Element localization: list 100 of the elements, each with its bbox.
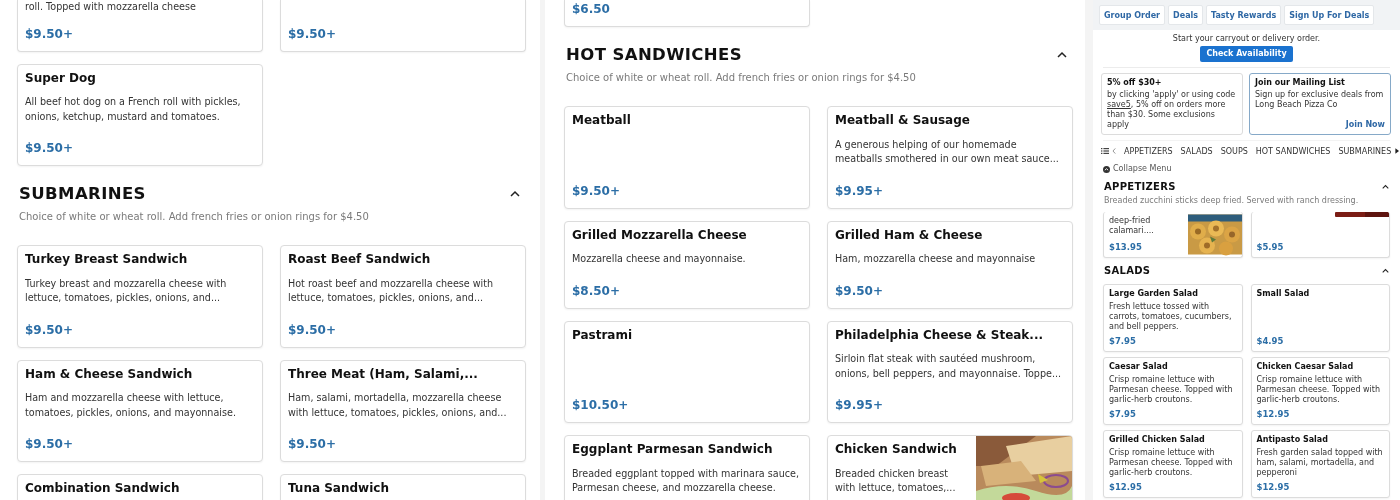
menu-item-card[interactable]: Combination Sandwich (17, 474, 263, 500)
nav-button[interactable]: Sign Up For Deals (1284, 5, 1375, 25)
promo-card[interactable]: 5% off $30+ by clicking 'apply' or using code save5, 5% off on orders more than $30. Some exclusions apply (1101, 73, 1243, 135)
item-price: $9.50+ (288, 321, 337, 339)
menu-item-card[interactable]: Chicken Caesar Salad Crisp romaine lettuce with Parmesan cheese. Topped with garlic-herb croutons. $12.95 (1250, 357, 1390, 425)
item-name: Grilled Mozzarella Cheese (572, 226, 748, 244)
category-tab[interactable]: SALADS (1180, 146, 1213, 156)
item-name: Combination Sandwich (25, 480, 181, 497)
menu-item-card[interactable]: Eggplant Parmesan Sandwich Breaded eggplant topped with marinara sauce, Parmesan cheese, and mozzarella cheese. (564, 435, 810, 500)
item-price: $12.95 (1109, 481, 1143, 493)
menu-item-card[interactable]: Large Garden Salad Fresh lettuce tossed with carrots, tomatoes, cucumbers, and bell peppers. $7.95 (1103, 284, 1243, 352)
menu-item-card[interactable]: Antipasto Salad Fresh garden salad topped with ham, salami, mortadella, and pepperoni $12.95 (1250, 430, 1390, 498)
nav-button[interactable]: Group Order (1099, 5, 1166, 25)
section-heading: HOT SANDWICHES (566, 44, 742, 66)
menu-item-card[interactable]: Pastrami $10.50+ (564, 320, 810, 423)
collapse-menu-link[interactable]: Collapse Menu (1113, 164, 1172, 174)
item-price: $9.50+ (572, 182, 621, 200)
item-description: Ham and mozzarella cheese with lettuce, tomatoes, pickles, onions, and mayonnaise. (25, 391, 237, 420)
nav-button[interactable]: Deals (1168, 5, 1204, 25)
category-tab[interactable]: SUBMARINES (1338, 146, 1392, 156)
item-price: $7.95 (1109, 335, 1137, 347)
item-price: $9.50+ (835, 282, 884, 300)
item-name: Caesar Salad (1109, 362, 1169, 372)
item-name: Tuna Sandwich (288, 480, 390, 497)
item-name: Meatball (572, 112, 632, 129)
item-name: Roast Beef Sandwich (288, 251, 432, 268)
section-description: Breaded zucchini sticks deep fried. Served with ranch dressing. (1104, 196, 1360, 206)
promo-title: 5% off $30+ (1107, 78, 1163, 88)
menu-item-card[interactable]: Grilled Mozzarella Cheese Mozzarella cheese and mayonnaise. $8.50+ (564, 220, 810, 309)
collapse-icon[interactable] (1103, 165, 1110, 173)
menu-item-card[interactable]: Tuna Sandwich (280, 474, 526, 500)
item-price: $9.50+ (25, 321, 74, 339)
menu-item-card[interactable]: $9.50+ (280, 0, 526, 52)
item-description: Ham, mozzarella cheese and mayonnaise (835, 252, 1037, 266)
item-price: $9.50+ (25, 436, 74, 453)
menu-item-card[interactable]: Super Dog All beef hot dog on a French roll with pickles, onions, ketchup, mustard and tomatoes. $9.50+ (17, 63, 263, 166)
section-heading: SALADS (1104, 264, 1151, 278)
chevron-up-icon[interactable] (510, 190, 520, 198)
item-name: Antipasto Salad (1256, 435, 1329, 445)
item-price: $12.95 (1256, 481, 1291, 493)
item-description: A generous helping of our homemade meatballs smothered in our own meat sauce... (835, 137, 1060, 166)
check-availability-button[interactable]: Check Availability (1200, 46, 1293, 62)
item-name: Super Dog (25, 69, 97, 87)
menu-item-card[interactable]: Caesar Salad Crisp romaine lettuce with Parmesan cheese. Topped with garlic-herb croutons. $7.95 (1103, 357, 1243, 425)
menu-item-card[interactable]: Meatball & Sausage A generous helping of our homemade meatballs smothered in our own meat sauce... $9.95+ (827, 106, 1073, 209)
promo-title: Join our Mailing List (1255, 78, 1346, 88)
category-tab[interactable]: HOT SANDWICHES (1255, 146, 1331, 156)
item-price: $9.50+ (288, 25, 337, 43)
menu-item-card[interactable]: Turkey Breast Sandwich Turkey breast and mozzarella cheese with lettuce, tomatoes, pickles, onions, and... $9.50+ (17, 245, 263, 348)
menu-item-card[interactable]: Roast Beef Sandwich Hot roast beef and mozzarella cheese with lettuce, tomatoes, pickles, onions, and... $9.50+ (280, 245, 526, 348)
chevron-up-icon[interactable] (1382, 184, 1389, 190)
item-name: Eggplant Parmesan Sandwich (572, 441, 774, 458)
menu-item-card[interactable]: Small Salad $4.95 (1250, 284, 1390, 352)
menu-item-card[interactable]: Grilled Ham & Cheese Ham, mozzarella cheese and mayonnaise $9.50+ (827, 220, 1073, 309)
order-prompt: Start your carryout or delivery order. (1172, 34, 1321, 44)
list-icon[interactable] (1101, 148, 1109, 154)
item-name: Turkey Breast Sandwich (25, 251, 189, 268)
item-name: Chicken Caesar Salad (1256, 362, 1355, 372)
item-price: $13.95 (1109, 241, 1143, 253)
nav-button[interactable]: Tasty Rewards (1206, 5, 1282, 25)
menu-item-card[interactable]: Ham & Cheese Sandwich Ham and mozzarella cheese with lettuce, tomatoes, pickles, onions, and mayonnaise. $9.50+ (17, 359, 263, 462)
menu-item-card[interactable]: Philadelphia Cheese & Steak... Sirloin flat steak with sautéed mushroom, onions, bell peppers, and mayonnaise. Toppe... $9.95+ (827, 320, 1073, 423)
menu-item-card[interactable]: Chicken Sandwich Breaded chicken breast with lettuce, tomatoes,... (827, 435, 1073, 500)
chevron-up-icon[interactable] (1382, 268, 1389, 274)
item-description: Fresh garden salad topped with ham, salami, mortadella, and pepperoni (1256, 448, 1384, 478)
menu-item-card[interactable]: $5.95 (1250, 212, 1390, 258)
item-description: Hot roast beef and mozzarella cheese with lettuce, tomatoes, pickles, onions, and... (288, 276, 495, 305)
item-price: $12.95 (1256, 408, 1291, 420)
chevron-up-icon[interactable] (1057, 51, 1067, 59)
item-name: Philadelphia Cheese & Steak... (835, 326, 1045, 344)
item-name: Grilled Ham & Cheese (835, 226, 984, 244)
item-description: Crisp romaine lettuce with Parmesan cheese. Topped with garlic-herb croutons. (1109, 448, 1234, 478)
item-description: Breaded eggplant topped with marinara sauce, Parmesan cheese, and mozzarella cheese. (572, 466, 800, 495)
menu-item-card[interactable]: Grilled Chicken Salad Crisp romaine lettuce with Parmesan cheese. Topped with garlic-herb croutons. $12.95 (1103, 430, 1243, 498)
menu-item-card[interactable]: $6.50 (564, 0, 810, 27)
chevron-left-icon[interactable] (1112, 148, 1116, 154)
item-price: $7.95 (1109, 408, 1137, 420)
promo-code-link[interactable]: save5 (1107, 100, 1131, 109)
section-description: Choice of white or wheat roll. Add french fries or onion rings for $4.50 (19, 210, 370, 224)
menu-item-card[interactable]: Meatball $9.50+ (564, 106, 810, 209)
item-price: $9.50+ (288, 436, 337, 453)
promo-card[interactable]: Join our Mailing List Sign up for exclusive deals from Long Beach Pizza Co Join Now (1249, 73, 1391, 135)
category-tab[interactable]: APPETIZERS (1124, 146, 1173, 156)
item-name: Pastrami (572, 326, 634, 344)
menu-item-card[interactable]: roll. Topped with mozzarella cheese $9.50+ (17, 0, 263, 52)
item-price: $8.50+ (572, 282, 621, 300)
category-tab[interactable]: SOUPS (1220, 146, 1248, 156)
arrow-right-icon[interactable] (1395, 148, 1400, 154)
item-description: Crisp romaine lettuce with Parmesan cheese. Topped with garlic-herb croutons. (1109, 375, 1234, 405)
item-name: Three Meat (Ham, Salami,... (288, 365, 479, 383)
item-description: Mozzarella cheese and mayonnaise. (572, 252, 747, 266)
item-price: $9.50+ (25, 140, 74, 157)
item-name: Meatball & Sausage (835, 112, 971, 129)
item-name: Small Salad (1256, 289, 1311, 299)
join-now-link[interactable]: Join Now (1345, 120, 1385, 130)
menu-item-card[interactable]: Three Meat (Ham, Salami,... Ham, salami, mortadella, mozzarella cheese with lettuce, tomatoes, pickles, onions, and... $9.50+ (280, 359, 526, 462)
item-description: deep-fried calamari.... (1109, 216, 1155, 236)
item-name: Large Garden Salad (1109, 289, 1199, 299)
promo-text: by clicking 'apply' or using code save5, 5% off on orders more than $30. Some exclusions apply (1107, 90, 1237, 130)
menu-item-card[interactable]: deep-fried calamari.... $13.95 (1103, 212, 1243, 258)
